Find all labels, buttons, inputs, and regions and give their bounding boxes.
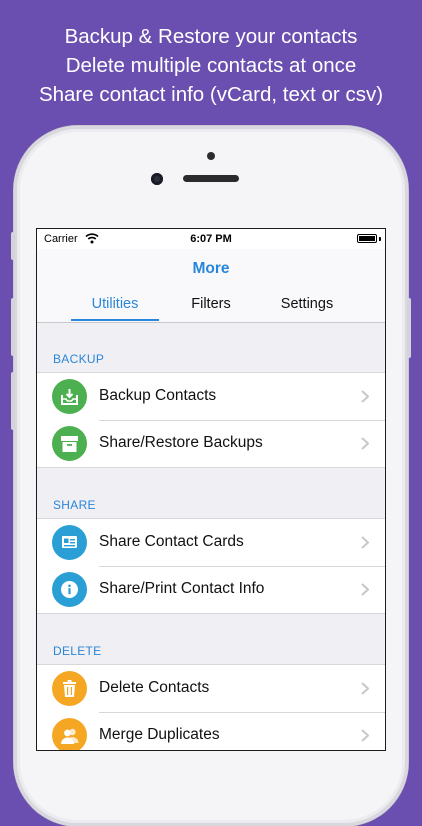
share-restore-backups-row[interactable]: Share/Restore Backups bbox=[37, 420, 385, 467]
front-camera bbox=[151, 173, 163, 185]
page-title: More bbox=[192, 260, 230, 277]
volume-up-button bbox=[11, 298, 15, 356]
row-label: Share Contact Cards bbox=[99, 533, 244, 550]
status-bar: Carrier 6:07 PM bbox=[37, 229, 385, 249]
volume-down-button bbox=[11, 372, 15, 430]
merge-duplicates-row[interactable]: Merge Duplicates bbox=[37, 712, 385, 750]
battery-icon bbox=[357, 234, 377, 243]
mute-switch bbox=[11, 232, 15, 260]
app-screen: Carrier 6:07 PM More Utilities Filters S… bbox=[37, 229, 385, 750]
active-tab-indicator bbox=[71, 319, 159, 321]
trash-icon bbox=[52, 671, 87, 706]
battery-tip bbox=[379, 237, 381, 241]
row-label: Share/Print Contact Info bbox=[99, 580, 265, 597]
row-label: Share/Restore Backups bbox=[99, 434, 263, 451]
share-print-contact-info-row[interactable]: Share/Print Contact Info bbox=[37, 566, 385, 613]
chevron-right-icon bbox=[361, 536, 369, 549]
promo-headline: Backup & Restore your contacts Delete mu… bbox=[0, 22, 422, 109]
headline-line-2: Delete multiple contacts at once bbox=[65, 54, 357, 77]
backup-contacts-row[interactable]: Backup Contacts bbox=[37, 373, 385, 420]
delete-group: Delete Contacts Merge Duplicates bbox=[37, 664, 385, 750]
tab-filters[interactable]: Filters bbox=[161, 296, 261, 312]
row-label: Delete Contacts bbox=[99, 679, 210, 696]
section-header-delete: DELETE bbox=[53, 644, 102, 658]
tab-utilities[interactable]: Utilities bbox=[65, 296, 165, 312]
people-icon bbox=[52, 718, 87, 750]
chevron-right-icon bbox=[361, 682, 369, 695]
share-contact-cards-row[interactable]: Share Contact Cards bbox=[37, 519, 385, 566]
backup-tray-icon bbox=[52, 379, 87, 414]
proximity-sensor bbox=[207, 152, 215, 160]
section-header-backup: BACKUP bbox=[53, 352, 105, 366]
chevron-right-icon bbox=[361, 583, 369, 596]
earpiece-speaker bbox=[183, 175, 239, 182]
archive-box-icon bbox=[52, 426, 87, 461]
delete-contacts-row[interactable]: Delete Contacts bbox=[37, 665, 385, 712]
headline-line-1: Backup & Restore your contacts bbox=[64, 25, 358, 48]
headline-line-3: Share contact info (vCard, text or csv) bbox=[38, 83, 384, 106]
navigation-bar: More Utilities Filters Settings bbox=[37, 249, 385, 323]
section-header-share: SHARE bbox=[53, 498, 96, 512]
power-button bbox=[407, 298, 411, 358]
share-group: Share Contact Cards Share/Print Contact … bbox=[37, 518, 385, 614]
contact-card-icon bbox=[52, 525, 87, 560]
status-time: 6:07 PM bbox=[190, 233, 232, 245]
chevron-right-icon bbox=[361, 729, 369, 742]
row-label: Merge Duplicates bbox=[99, 726, 220, 743]
chevron-right-icon bbox=[361, 390, 369, 403]
row-label: Backup Contacts bbox=[99, 387, 217, 404]
backup-group: Backup Contacts Share/Restore Backups bbox=[37, 372, 385, 468]
info-icon bbox=[52, 572, 87, 607]
tab-settings[interactable]: Settings bbox=[257, 296, 357, 312]
chevron-right-icon bbox=[361, 437, 369, 450]
